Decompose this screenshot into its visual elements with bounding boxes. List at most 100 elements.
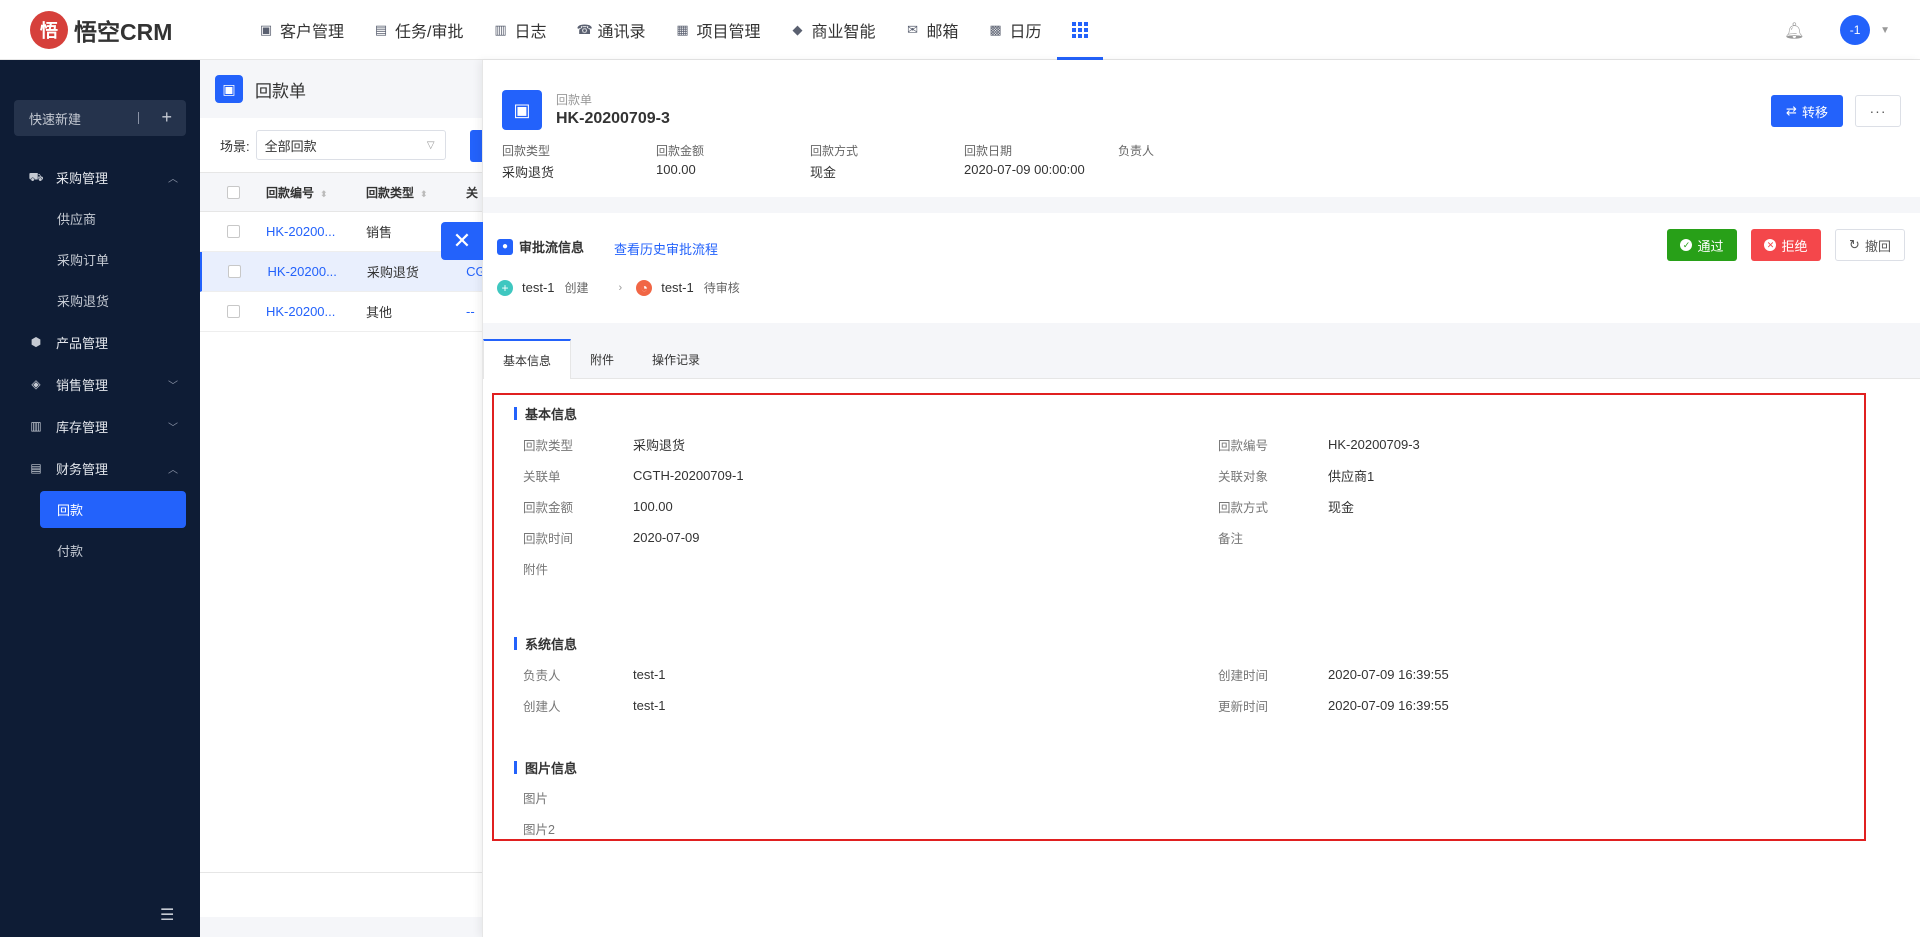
nav-item-2[interactable]: ▥ 日志: [478, 0, 561, 60]
field-label: 创建时间: [1218, 668, 1269, 683]
plus-icon[interactable]: +: [161, 107, 172, 128]
summary-label: 负责人: [1118, 144, 1155, 158]
tab-0[interactable]: 基本信息: [483, 339, 572, 380]
app-logo[interactable]: 悟 悟空CRM: [30, 10, 210, 49]
sidebar-group-0[interactable]: ⛟ 采购管理 ︿: [0, 156, 200, 198]
nav-item-3[interactable]: ☎ 通讯录: [561, 0, 660, 60]
table-row[interactable]: HK-20200... 其他 --: [200, 292, 482, 332]
nav-item-label: 任务/审批: [395, 23, 464, 41]
create-button[interactable]: [470, 130, 482, 162]
scene-filter: 场景: 全部回款 ▽: [200, 118, 482, 172]
top-nav: 悟 悟空CRM ▣ 客户管理 ▤ 任务/审批 ▥ 日志 ☎ 通讯录 ▦ 项目管理 ◆ 商业智能 ✉ 邮箱 ▩…: [0, 0, 1920, 60]
column-header-no[interactable]: 回款编号 ⬍: [266, 184, 366, 201]
row-type: 采购退货: [366, 265, 419, 280]
sidebar-item-9[interactable]: 付款: [0, 530, 200, 571]
field-label: 负责人: [523, 668, 561, 683]
field-left: 图片2: [523, 818, 633, 838]
revoke-button[interactable]: ↻ 撤回: [1835, 229, 1905, 261]
sidebar-group-6[interactable]: ▥ 库存管理 ﹀: [0, 405, 200, 447]
reject-icon: ✕: [1764, 239, 1777, 251]
field-label: 回款时间: [523, 531, 574, 546]
wallet-icon: ▣: [502, 90, 542, 130]
row-checkbox[interactable]: [202, 265, 268, 278]
row-related[interactable]: CG: [466, 264, 482, 279]
more-button[interactable]: ···: [1855, 95, 1901, 127]
detail-panel: ▣ 回款单 HK-20200709-3 ⇄ 转移 ··· 回款类型 采购退货 回款金…: [482, 60, 1920, 937]
project-icon: ▦: [676, 21, 689, 37]
sidebar-item-2[interactable]: 采购订单: [0, 239, 200, 280]
reject-button[interactable]: ✕ 拒绝: [1751, 229, 1821, 261]
field-label: 关联对象: [1218, 469, 1269, 484]
quick-new-button[interactable]: 快速新建 +: [14, 100, 186, 136]
collapse-sidebar-icon[interactable]: ☰: [160, 905, 182, 924]
main-nav: ▣ 客户管理 ▤ 任务/审批 ▥ 日志 ☎ 通讯录 ▦ 项目管理 ◆ 商业智能 ✉ 邮箱 ▩ 日历: [244, 0, 1103, 60]
flow-steps: + test-1 创建 › ◔ test-1 待审核: [497, 279, 740, 296]
nav-item-4[interactable]: ▦ 项目管理: [661, 0, 776, 60]
sidebar-group-4[interactable]: ⬢ 产品管理: [0, 321, 200, 363]
bell-icon[interactable]: 🔔︎: [1784, 21, 1804, 40]
sort-icon[interactable]: ⬍: [420, 189, 428, 199]
row-checkbox[interactable]: [200, 225, 266, 238]
column-header-type[interactable]: 回款类型 ⬍: [366, 184, 466, 201]
check-icon: ✓: [1680, 239, 1693, 251]
nav-item-6[interactable]: ✉ 邮箱: [891, 0, 974, 60]
field-label: 回款类型: [523, 438, 574, 453]
select-all-checkbox[interactable]: [200, 185, 266, 199]
quick-new-label: 快速新建: [29, 111, 82, 127]
tag-icon: ◈: [31, 377, 41, 391]
summary-label: 回款类型: [502, 144, 551, 158]
sidebar-group-label: 销售管理: [56, 377, 109, 393]
avatar[interactable]: -1: [1840, 15, 1871, 45]
finance-icon: ▤: [30, 461, 42, 475]
detail-tabs: 基本信息 附件 操作记录: [483, 339, 1920, 380]
sidebar-group-7[interactable]: ▤ 财务管理 ︿: [0, 447, 200, 489]
caret-down-icon[interactable]: ▼: [1880, 25, 1890, 36]
table-row[interactable]: HK-20200... 销售: [200, 212, 482, 252]
field-value: 2020-07-09 16:39:55: [1328, 697, 1449, 713]
field-value: HK-20200709-3: [1328, 436, 1420, 452]
sidebar-item-1[interactable]: 供应商: [0, 198, 200, 239]
field-value[interactable]: CGTH-20200709-1: [633, 468, 744, 483]
contacts-icon: ▣: [259, 21, 273, 37]
row-related[interactable]: --: [466, 304, 482, 319]
nav-item-0[interactable]: ▣ 客户管理: [244, 0, 359, 60]
table-body: HK-20200... 销售 HK-20200... 采购退货 CG HK-20200..…: [200, 212, 482, 332]
tab-1[interactable]: 附件: [571, 339, 633, 379]
transfer-button[interactable]: ⇄ 转移: [1771, 95, 1843, 127]
field-right: 回款编号 HK-20200709-3: [1218, 434, 1420, 454]
list-panel: ▣ 回款单 场景: 全部回款 ▽ 回款编号 ⬍ 回款类型 ⬍ 关 HK-20200.…: [200, 60, 482, 937]
sidebar-group-label: 财务管理: [56, 461, 109, 477]
field-value[interactable]: 供应商1: [1328, 466, 1374, 485]
horizontal-scrollbar[interactable]: [200, 917, 482, 937]
sidebar-group-5[interactable]: ◈ 销售管理 ﹀: [0, 363, 200, 405]
nav-item-7[interactable]: ▩ 日历: [974, 0, 1057, 60]
summary-label: 回款金额: [656, 144, 705, 158]
column-header-related[interactable]: 关: [466, 184, 482, 201]
field-left: 回款时间 2020-07-09: [523, 527, 700, 547]
field-left: 图片: [523, 787, 633, 807]
nav-item-1[interactable]: ▤ 任务/审批: [359, 0, 478, 60]
row-no-link[interactable]: HK-20200...: [268, 264, 367, 279]
record-kind: 回款单: [556, 93, 593, 107]
row-no-link[interactable]: HK-20200...: [266, 304, 366, 319]
record-title: HK-20200709-3: [556, 110, 670, 127]
sort-icon[interactable]: ⬍: [320, 189, 328, 199]
tab-2[interactable]: 操作记录: [633, 339, 719, 379]
field-right: 备注: [1218, 527, 1328, 547]
table-row[interactable]: HK-20200... 采购退货 CG: [200, 252, 482, 292]
history-flow-link[interactable]: 查看历史审批流程: [614, 239, 718, 258]
row-no-link[interactable]: HK-20200...: [266, 224, 366, 239]
approve-button[interactable]: ✓ 通过: [1667, 229, 1737, 261]
nav-item-label: 商业智能: [811, 23, 876, 41]
summary-field: 回款日期 2020-07-09 00:00:00: [964, 142, 1118, 181]
nav-item-5[interactable]: ◆ 商业智能: [776, 0, 891, 60]
row-checkbox[interactable]: [200, 305, 266, 318]
bi-icon: ◆: [792, 21, 803, 37]
user-icon: ●: [497, 238, 513, 255]
sidebar-item-3[interactable]: 采购退货: [0, 280, 200, 321]
sidebar-item-8[interactable]: 回款: [40, 491, 186, 528]
apps-grid-button[interactable]: [1056, 0, 1103, 60]
mail-icon: ✉: [907, 21, 918, 37]
scene-select[interactable]: 全部回款 ▽: [255, 130, 446, 160]
close-detail-button[interactable]: ✕: [441, 222, 483, 260]
